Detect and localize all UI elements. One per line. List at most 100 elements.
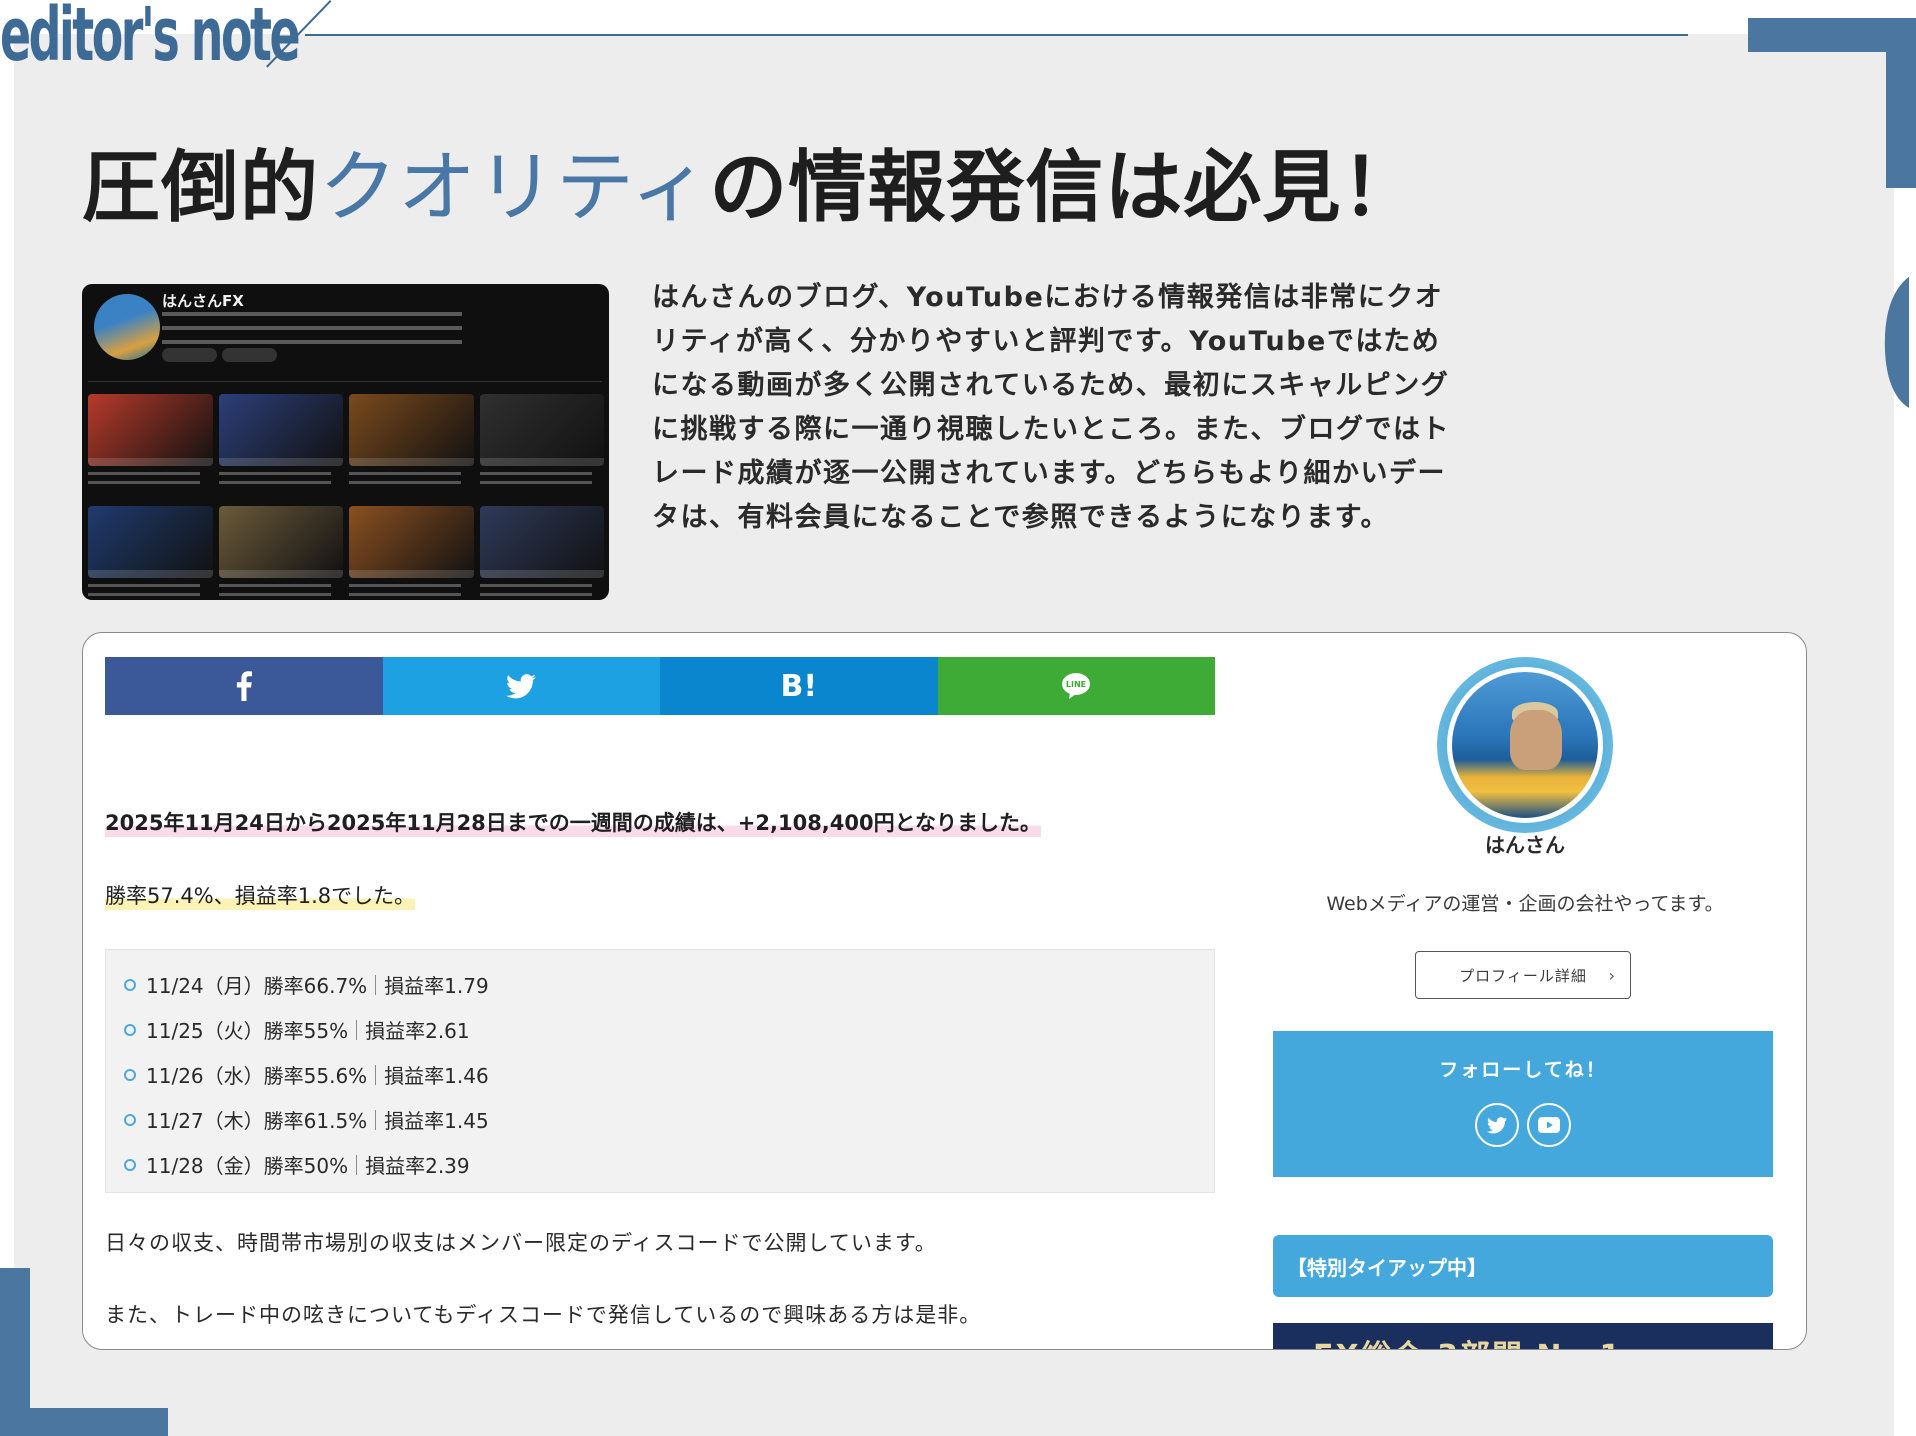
video-caption xyxy=(349,584,474,600)
channel-tabs xyxy=(88,370,602,382)
video-caption xyxy=(218,472,344,500)
video-thumbnail-image xyxy=(349,506,474,578)
video-thumbnail-image xyxy=(479,394,604,466)
video-thumbnail xyxy=(88,506,213,600)
daily-ratio: 損益率2.61 xyxy=(365,1019,470,1043)
daily-ratio: 損益率1.79 xyxy=(384,974,489,998)
tieup-heading: 【特別タイアップ中】 xyxy=(1273,1235,1773,1297)
chevron-right-icon: › xyxy=(1608,966,1616,985)
video-thumbnail xyxy=(479,394,605,500)
corner-decoration-top-right-vertical xyxy=(1886,18,1916,188)
daily-day: 11/27（木）勝率61.5% xyxy=(146,1109,368,1133)
divider xyxy=(356,1154,358,1175)
bullet-circle-icon xyxy=(124,1023,136,1036)
list-item: 11/28（金）勝率50% 損益率2.39 xyxy=(106,1142,1214,1187)
daily-ratio: 損益率2.39 xyxy=(365,1154,470,1178)
video-thumbnail-image xyxy=(88,394,213,466)
facebook-share-button[interactable] xyxy=(105,657,383,715)
divider xyxy=(375,1109,377,1130)
author-name: はんさん xyxy=(1485,833,1565,857)
channel-meta xyxy=(162,312,462,316)
bullet-circle-icon xyxy=(124,1113,136,1126)
video-thumbnail-image xyxy=(479,506,604,578)
facebook-icon xyxy=(236,671,252,701)
page-number: 6 xyxy=(1876,250,1909,440)
divider xyxy=(375,1064,377,1085)
bullet-circle-icon xyxy=(124,1158,136,1171)
list-item: 11/25（火）勝率55% 損益率2.61 xyxy=(106,1007,1214,1052)
discord-paragraph-2: また、トレード中の呟きについてもディスコードで発信しているので興味ある方は是非。 xyxy=(105,1303,982,1327)
channel-name: はんさんFX xyxy=(162,292,244,310)
video-caption xyxy=(88,584,213,600)
video-thumbnail xyxy=(88,394,213,500)
youtube-icon xyxy=(1538,1117,1560,1133)
hatena-icon: B! xyxy=(780,668,818,704)
video-thumbnail xyxy=(349,506,474,600)
page-title: 圧倒的クオリティの情報発信は必見！ xyxy=(82,138,1420,238)
svg-text:LINE: LINE xyxy=(1066,680,1086,689)
follow-icons xyxy=(1273,1103,1773,1147)
video-caption xyxy=(479,584,605,600)
twitter-share-button[interactable] xyxy=(382,657,660,715)
banner-text: FX総合 3部門 No.1 xyxy=(1313,1331,1622,1349)
list-item: 11/27（木）勝率61.5% 損益率1.45 xyxy=(106,1097,1214,1142)
hatena-bookmark-share-button[interactable]: B! xyxy=(660,657,938,715)
daily-day: 11/25（火）勝率55% xyxy=(146,1019,349,1043)
video-caption xyxy=(479,472,605,500)
bullet-circle-icon xyxy=(124,978,136,991)
avatar-photo xyxy=(1447,667,1603,823)
bullet-circle-icon xyxy=(124,1068,136,1081)
profile-detail-label: プロフィール詳細 xyxy=(1459,966,1587,985)
video-thumbnail-image xyxy=(88,506,213,578)
discord-paragraph-1: 日々の収支、時間帯市場別の収支はメンバー限定のディスコードで公開しています。 xyxy=(105,1231,937,1255)
line-share-button[interactable]: LINE xyxy=(937,657,1215,715)
video-thumbnail xyxy=(349,394,474,500)
corner-decoration-bottom-left-horizontal xyxy=(0,1408,168,1436)
video-caption xyxy=(88,472,213,500)
promo-banner[interactable]: FX総合 3部門 No.1 xyxy=(1273,1323,1773,1349)
video-grid xyxy=(88,394,604,600)
blog-screenshot-card: B! LINE 2025年11月24日から2025年11月28日までの一週間の成… xyxy=(82,632,1807,1350)
header-rule xyxy=(305,34,1688,36)
share-bar: B! LINE xyxy=(105,657,1215,715)
weekly-rate: 勝率57.4%、損益率1.8でした。 xyxy=(105,880,416,910)
line-icon: LINE xyxy=(1062,673,1091,699)
daily-ratio: 損益率1.46 xyxy=(384,1064,489,1088)
daily-day: 11/28（金）勝率50% xyxy=(146,1154,349,1178)
title-part1: 圧倒的 xyxy=(82,142,320,233)
daily-ratio: 損益率1.45 xyxy=(384,1109,489,1133)
video-thumbnail-image xyxy=(349,394,474,466)
divider xyxy=(375,974,377,995)
daily-results-box: 11/24（月）勝率66.7% 損益率1.79 11/25（火）勝率55% 損益率2… xyxy=(105,949,1215,1193)
list-item: 11/24（月）勝率66.7% 損益率1.79 xyxy=(106,962,1214,1007)
daily-day: 11/26（水）勝率55.6% xyxy=(146,1064,368,1088)
intro-paragraph: はんさんのブログ、YouTubeにおける情報発信は非常にクオリティが高く、分かり… xyxy=(652,282,1450,533)
video-thumbnail xyxy=(479,506,605,600)
video-caption xyxy=(218,584,344,600)
video-thumbnail-image xyxy=(218,394,343,466)
divider xyxy=(356,1019,358,1040)
author-bio: Webメディアの運営・企画の会社やってます。 xyxy=(1326,893,1724,915)
avatar-person xyxy=(1510,710,1562,770)
video-caption xyxy=(349,472,474,500)
video-thumbnail xyxy=(218,506,344,600)
avatar[interactable] xyxy=(1437,657,1613,833)
twitter-follow-button[interactable] xyxy=(1475,1103,1519,1147)
video-thumbnail-image xyxy=(218,506,343,578)
video-thumbnail xyxy=(218,394,344,500)
title-accent: クオリティ xyxy=(319,143,710,233)
channel-buttons xyxy=(162,348,217,362)
section-label: editor's note xyxy=(0,0,301,78)
twitter-icon xyxy=(506,673,537,698)
youtube-channel-screenshot: はんさんFX xyxy=(82,284,609,600)
follow-title: フォローしてね！ xyxy=(1439,1059,1607,1081)
list-item: 11/26（水）勝率55.6% 損益率1.46 xyxy=(106,1052,1214,1097)
twitter-icon xyxy=(1487,1116,1507,1133)
follow-box: フォローしてね！ xyxy=(1273,1031,1773,1177)
profile-detail-button[interactable]: プロフィール詳細 › xyxy=(1415,951,1631,999)
daily-day: 11/24（月）勝率66.7% xyxy=(146,974,368,998)
weekly-summary: 2025年11月24日から2025年11月28日までの一週間の成績は、+2,10… xyxy=(105,807,1041,837)
youtube-follow-button[interactable] xyxy=(1527,1103,1571,1147)
title-part2: の情報発信は必見！ xyxy=(709,142,1421,233)
channel-avatar xyxy=(94,294,160,360)
